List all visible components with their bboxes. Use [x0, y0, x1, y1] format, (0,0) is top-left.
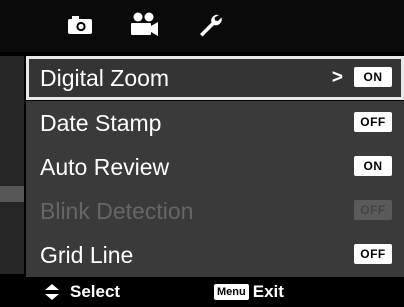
menu-item-digital-zoom[interactable]: Digital Zoom > ON: [26, 56, 404, 100]
mode-tab-bar: [0, 0, 404, 52]
video-camera-icon: [131, 12, 158, 36]
menu-item-date-stamp[interactable]: Date Stamp OFF: [26, 101, 404, 145]
menu-item-label: Blink Detection: [40, 198, 194, 224]
scroll-segment: [0, 234, 24, 274]
tab-camera[interactable]: [62, 10, 98, 40]
menu-item-label: Grid Line: [40, 242, 134, 268]
tab-video[interactable]: [124, 10, 164, 40]
exit-hint-label: Exit: [252, 282, 284, 301]
menu-item-blink-detection: Blink Detection OFF: [26, 189, 404, 233]
scroll-segment: [0, 144, 24, 188]
select-hint: Select: [42, 277, 120, 307]
scroll-indicator: [0, 56, 24, 274]
tab-setup[interactable]: [194, 10, 226, 40]
menu-item-label: Auto Review: [40, 154, 170, 180]
footer-hints: Select Menu Exit: [0, 277, 404, 307]
menu-item-label: Date Stamp: [40, 110, 162, 136]
exit-hint: Menu Exit: [214, 277, 284, 307]
menu-key-icon: Menu: [214, 284, 249, 300]
scroll-thumb[interactable]: [0, 186, 24, 202]
submenu-arrow-icon: >: [331, 67, 343, 88]
camera-icon: [68, 16, 92, 34]
up-down-arrows-icon: [45, 284, 59, 300]
scroll-segment: [0, 56, 24, 100]
status-badge: OFF: [354, 112, 392, 132]
menu-item-label: Digital Zoom: [40, 65, 170, 91]
scroll-segment: [0, 100, 24, 144]
menu-item-auto-review[interactable]: Auto Review ON: [26, 145, 404, 189]
select-hint-label: Select: [70, 282, 121, 301]
wrench-icon: [200, 14, 222, 37]
status-badge: ON: [354, 67, 392, 87]
scroll-segment: [0, 202, 24, 234]
status-badge: OFF: [354, 200, 392, 220]
menu-item-grid-line[interactable]: Grid Line OFF: [26, 233, 404, 277]
status-badge: OFF: [354, 244, 392, 264]
status-badge: ON: [354, 156, 392, 176]
